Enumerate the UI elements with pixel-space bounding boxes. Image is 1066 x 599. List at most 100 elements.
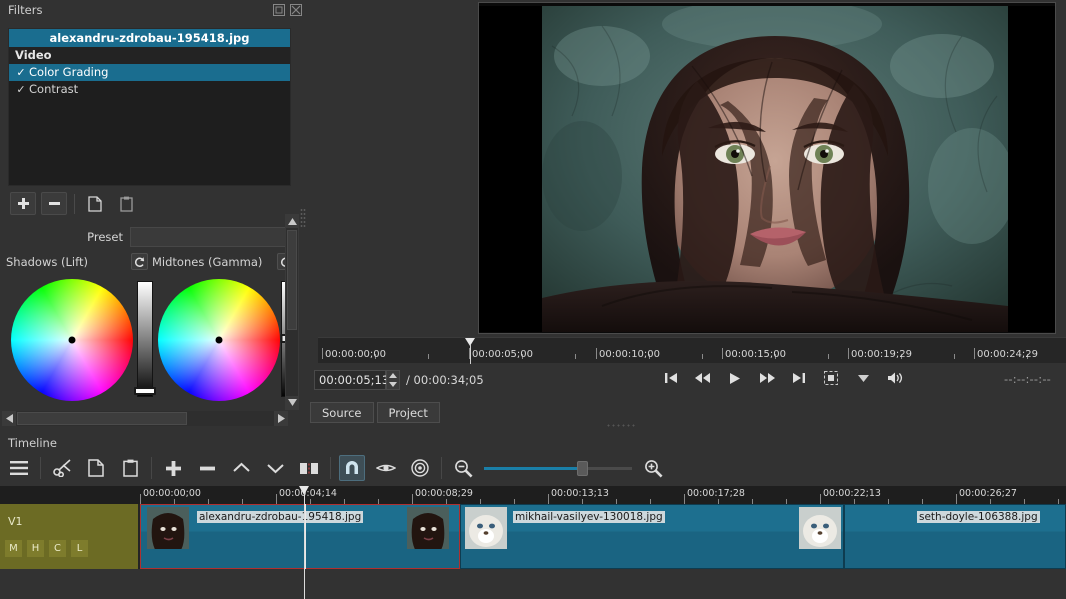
player-ruler[interactable]: 00:00:00;00 00:00:05;00 00:00:10;00 00:0… [318,337,1066,363]
current-position-field[interactable]: 00:00:05;13 [314,370,386,390]
track-body-v1[interactable]: alexandru-zdrobau-195418.jpg mikhail-vas… [138,504,1066,569]
timeline-clip[interactable]: mikhail-vasilyev-130018.jpg [460,504,844,569]
midtones-reset-button[interactable] [131,253,148,270]
track-name-label: V1 [8,515,23,528]
ruler-label: 00:00:05;00 [469,349,533,360]
midtones-wheel-handle[interactable] [216,337,223,344]
timeline-clip[interactable]: seth-doyle-106388.jpg [844,504,1066,569]
shadows-luma-bar[interactable] [137,281,153,397]
preset-row: Preset [0,227,290,247]
hscrollbar-thumb[interactable] [17,412,187,425]
tab-project[interactable]: Project [377,402,440,423]
speaker-icon[interactable] [886,368,904,388]
timeline-menu-button[interactable] [6,455,32,481]
timeline-ruler-label: 00:00:26;27 [956,488,1017,499]
player-playhead[interactable] [465,338,476,364]
filters-panel: Filters alexandru-zdrobau-195418.jpg Vid… [0,0,308,430]
remove-filter-button[interactable] [41,192,67,215]
append-button[interactable] [160,455,186,481]
timeline-ruler-label: 00:00:08;29 [412,488,473,499]
scroll-down-arrow-icon[interactable] [286,396,298,409]
ruler-label: 00:00:00;00 [322,349,386,360]
float-icon[interactable] [273,4,285,16]
shotcut-window: Filters alexandru-zdrobau-195418.jpg Vid… [0,0,1066,599]
scroll-left-arrow-icon[interactable] [2,411,16,426]
filters-horizontal-scrollbar[interactable] [2,411,288,426]
filter-item-color-grading[interactable]: ✓ Color Grading [9,64,290,81]
filters-vertical-scrollbar[interactable] [285,214,299,410]
tab-source[interactable]: Source [310,402,374,423]
timeline-ruler-label: 00:00:17;28 [684,488,745,499]
scrollbar-thumb[interactable] [287,230,297,330]
clip-thumbnail [407,507,449,549]
grid-icon[interactable] [822,368,840,388]
preset-combo[interactable] [130,227,290,247]
rewind-icon[interactable] [694,368,712,388]
track-hide-button[interactable]: H [27,540,44,557]
filter-checkbox[interactable]: ✓ [13,64,29,81]
scroll-right-arrow-icon[interactable] [274,411,288,426]
ruler-label: 00:00:10;00 [596,349,660,360]
toolbar-separator [330,457,331,479]
timeline-ruler-label: 00:00:00;00 [140,488,201,499]
filter-label: Color Grading [29,64,108,81]
lift-button[interactable] [228,455,254,481]
midtones-color-wheel[interactable] [158,279,280,401]
skip-next-icon[interactable] [790,368,808,388]
shadows-wheel-handle[interactable] [69,337,76,344]
position-stepper[interactable] [386,370,400,390]
clip-thumbnail [147,507,189,549]
filters-group-video: Video [9,47,290,64]
snap-button[interactable] [339,455,365,481]
scroll-up-arrow-icon[interactable] [286,215,298,228]
timeline-playhead[interactable] [299,486,310,599]
timeline-ruler-label: 00:00:13;13 [548,488,609,499]
shadows-lift-label: Shadows (Lift) [6,255,88,269]
split-button[interactable] [296,455,322,481]
track-header-v1[interactable]: V1 M H C L [0,504,138,569]
player-panel: 00:00:00;00 00:00:05;00 00:00:10;00 00:0… [310,0,1066,430]
add-filter-button[interactable] [10,192,36,215]
ruler-label: 00:00:19;29 [848,349,912,360]
video-letterbox [479,6,1055,332]
clip-label: seth-doyle-106388.jpg [917,511,1040,523]
copy-filters-button[interactable] [82,192,108,215]
track-mute-button[interactable]: M [5,540,22,557]
zoom-in-button[interactable] [640,455,666,481]
filters-list[interactable]: alexandru-zdrobau-195418.jpg Video ✓ Col… [8,28,291,186]
filter-item-contrast[interactable]: ✓ Contrast [9,81,290,98]
fast-forward-icon[interactable] [758,368,776,388]
clip-label: mikhail-vasilyev-130018.jpg [513,511,665,523]
ripple-button[interactable] [407,455,433,481]
ruler-label: 00:00:15;00 [722,349,786,360]
timeline-title: Timeline [0,434,1066,452]
scrub-while-dragging-button[interactable] [373,455,399,481]
timeline-ruler[interactable]: 00:00:00;00 00:00:04;14 00:00:08;29 00:0… [0,486,1066,504]
toolbar-separator [74,194,75,214]
panel-resize-grip[interactable] [300,208,306,228]
zoom-slider-thumb[interactable] [577,461,588,476]
zoom-slider-fill [484,467,582,470]
player-tabs: Source Project [310,402,443,423]
timeline-toolbar [0,452,1066,484]
cut-button[interactable] [49,455,75,481]
paste-filters-button[interactable] [113,192,139,215]
close-icon[interactable] [290,4,302,16]
ripple-delete-button[interactable] [194,455,220,481]
zoom-out-button[interactable] [450,455,476,481]
video-preview[interactable] [478,2,1056,334]
panel-splitter-handle[interactable] [606,423,636,429]
paste-button[interactable] [117,455,143,481]
chevron-down-icon[interactable] [854,368,872,388]
copy-button[interactable] [83,455,109,481]
track-lock-button[interactable]: L [71,540,88,557]
skip-previous-icon[interactable] [662,368,680,388]
shadows-luma-handle[interactable] [134,387,156,395]
filter-checkbox[interactable]: ✓ [13,81,29,98]
track-composite-button[interactable]: C [49,540,66,557]
play-icon[interactable] [726,368,744,388]
shadows-color-wheel[interactable] [11,279,133,401]
overwrite-button[interactable] [262,455,288,481]
timeline-panel: Timeline [0,434,1066,599]
zoom-slider[interactable] [484,458,632,478]
